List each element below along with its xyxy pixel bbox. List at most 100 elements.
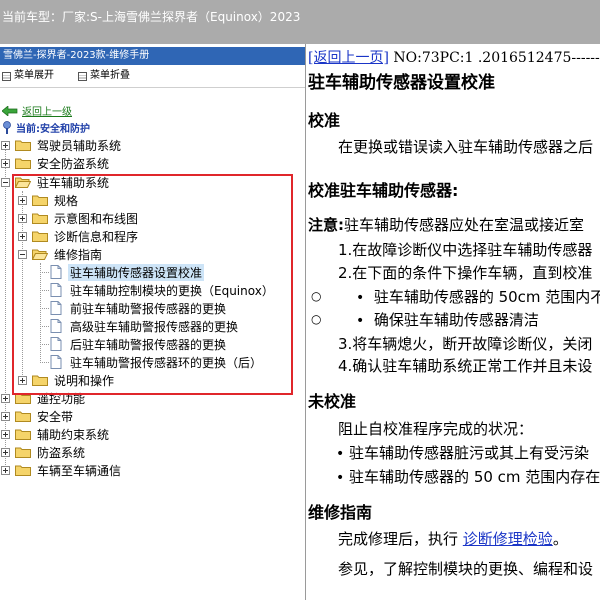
tree-item-seatbelt[interactable]: 安全带 xyxy=(1,407,73,425)
document-icon xyxy=(50,355,62,369)
section-heading-uncalibrated: 未校准 xyxy=(308,392,357,411)
back-arrow-icon xyxy=(2,105,18,116)
tree-item-restraints[interactable]: 辅助约束系统 xyxy=(1,425,109,443)
expand-icon[interactable] xyxy=(1,411,10,421)
expand-icon[interactable] xyxy=(18,195,27,205)
back-page-link[interactable]: [返回上一页] xyxy=(308,50,389,66)
tree-connector xyxy=(40,326,49,327)
bullet-icon: • xyxy=(336,446,345,462)
folder-icon xyxy=(15,393,31,404)
document-icon xyxy=(50,265,62,279)
step-3: 3.将车辆熄火，断开故障诊断仪，关闭 xyxy=(338,335,593,353)
location-pin-icon xyxy=(3,120,11,134)
folder-icon xyxy=(15,158,31,169)
tree-item-remote[interactable]: 遥控功能 xyxy=(1,389,85,407)
folder-icon xyxy=(32,195,48,206)
collapse-icon[interactable] xyxy=(18,249,27,259)
folder-icon xyxy=(32,231,48,242)
section-heading-calibration: 校准 xyxy=(308,111,341,130)
tree-doc-sensor-calibration[interactable]: 驻车辅助传感器设置校准 xyxy=(50,263,205,281)
tree-item-diagnostics[interactable]: 诊断信息和程序 xyxy=(18,227,138,245)
collapse-menu-button[interactable]: 菜单折叠 xyxy=(78,68,130,84)
uncalibrated-item-2: • 驻车辅助传感器的 50 cm 范围内存在 xyxy=(336,468,600,486)
content-header: [返回上一页] NO:73PC:1 .2016512475------- xyxy=(308,47,600,67)
folder-icon xyxy=(32,213,48,224)
bullet-icon: • xyxy=(356,313,365,329)
document-number: NO:73PC:1 .2016512475------- xyxy=(393,50,600,66)
section-heading-procedure: 校准驻车辅助传感器: xyxy=(308,181,459,200)
tree-connector xyxy=(40,308,49,309)
step-2: 2.在下面的条件下操作车辆，直到校准 xyxy=(338,264,593,282)
folder-icon xyxy=(15,411,31,422)
expand-icon[interactable] xyxy=(1,465,10,475)
tree-connector xyxy=(40,362,49,363)
folder-icon xyxy=(15,140,31,151)
see-also-text: 参见，了解控制模块的更换、编程和设 xyxy=(338,560,594,578)
expand-icon[interactable] xyxy=(1,393,10,403)
current-section: 当前:安全和防护 xyxy=(2,120,90,135)
menu-icon xyxy=(78,71,87,81)
tree-doc-sensor-ring[interactable]: 驻车辅助警报传感器环的更换（后） xyxy=(50,353,262,371)
tree-doc-front-sensor[interactable]: 前驻车辅助警报传感器的更换 xyxy=(50,299,226,317)
expand-icon[interactable] xyxy=(1,140,10,150)
folder-icon xyxy=(15,447,31,458)
document-icon xyxy=(50,337,62,351)
uncalibrated-item-1: • 驻车辅助传感器脏污或其上有受污染 xyxy=(336,444,590,462)
folder-icon xyxy=(15,429,31,440)
tree-connector xyxy=(40,290,49,291)
expand-menu-button[interactable]: 菜单展开 xyxy=(2,68,54,84)
current-vehicle: 当前车型：厂家:S-上海雪佛兰探界者（Equinox）2023 xyxy=(2,10,301,24)
expand-icon[interactable] xyxy=(18,231,27,241)
tree-item-safety-security[interactable]: 安全防盗系统 xyxy=(1,154,109,172)
expand-icon[interactable] xyxy=(1,447,10,457)
repair-text: 完成修理后，执行 诊断修理检验。 xyxy=(338,530,568,548)
folder-icon xyxy=(32,375,48,386)
tree-doc-control-module[interactable]: 驻车辅助控制模块的更换（Equinox） xyxy=(50,281,274,299)
document-icon xyxy=(50,283,62,297)
condition-1: • 驻车辅助传感器的 50cm 范围内不 xyxy=(356,288,600,306)
collapse-icon[interactable] xyxy=(1,177,10,187)
step-4: 4.确认驻车辅助系统正常工作并且未设 xyxy=(338,357,593,375)
step-1: 1.在故障诊断仪中选择驻车辅助传感器 xyxy=(338,241,593,259)
back-to-parent-link[interactable]: 返回上一级 xyxy=(2,103,72,118)
tree-doc-rear-sensor[interactable]: 后驻车辅助警报传感器的更换 xyxy=(50,335,226,353)
expand-icon[interactable] xyxy=(18,213,27,223)
page-title: 驻车辅助传感器设置校准 xyxy=(308,73,495,93)
divider xyxy=(0,87,305,88)
note: 注意:驻车辅助传感器应处在室温或接近室 xyxy=(308,214,584,235)
tree-connector xyxy=(40,272,49,273)
bullet-icon: • xyxy=(336,470,345,486)
tree-doc-advanced-sensor[interactable]: 高级驻车辅助警报传感器的更换 xyxy=(50,317,238,335)
open-folder-icon xyxy=(32,249,48,260)
expand-icon[interactable] xyxy=(18,375,27,385)
tree-item-description[interactable]: 说明和操作 xyxy=(18,371,114,389)
note-label: 注意: xyxy=(308,216,344,234)
folder-icon xyxy=(15,465,31,476)
tree-item-driver-assist[interactable]: 驾驶员辅助系统 xyxy=(1,136,121,154)
content-pane: [返回上一页] NO:73PC:1 .2016512475------- 驻车辅… xyxy=(306,44,600,600)
section-heading-repair: 维修指南 xyxy=(308,503,373,522)
tree-item-specs[interactable]: 规格 xyxy=(18,191,78,209)
uncalibrated-text: 阻止自校准程序完成的状况： xyxy=(338,420,534,438)
tree-connector xyxy=(40,263,41,361)
diagnostic-repair-check-link[interactable]: 诊断修理检验 xyxy=(463,530,553,548)
manual-title: 雪佛兰-探界者-2023款-维修手册 xyxy=(0,47,305,65)
tree-item-repair[interactable]: 维修指南 xyxy=(18,245,102,263)
menu-icon xyxy=(2,71,11,81)
expand-icon[interactable] xyxy=(1,158,10,168)
expand-icon[interactable] xyxy=(1,429,10,439)
document-icon xyxy=(50,319,62,333)
tree-item-v2v[interactable]: 车辆至车辆通信 xyxy=(1,461,121,479)
calibration-text: 在更换或错误读入驻车辅助传感器之后 xyxy=(338,138,594,156)
tree-connector xyxy=(40,344,49,345)
list-marker-icon: ○ xyxy=(311,312,322,326)
tree-item-park-assist[interactable]: 驻车辅助系统 xyxy=(1,173,109,191)
document-icon xyxy=(50,301,62,315)
condition-2: • 确保驻车辅助传感器清洁 xyxy=(356,311,539,329)
open-folder-icon xyxy=(15,177,31,188)
bullet-icon: • xyxy=(356,290,365,306)
tree-item-antitheft[interactable]: 防盗系统 xyxy=(1,443,85,461)
top-bar: 当前车型：厂家:S-上海雪佛兰探界者（Equinox）2023 xyxy=(0,0,600,44)
tree-item-diagrams[interactable]: 示意图和布线图 xyxy=(18,209,138,227)
list-marker-icon: ○ xyxy=(311,289,322,303)
